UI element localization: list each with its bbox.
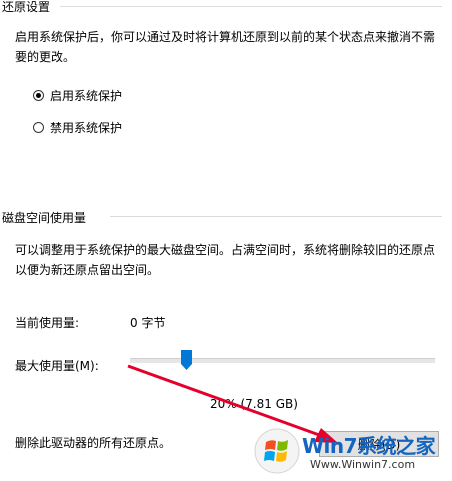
windows-logo-icon [254,428,300,474]
max-usage-slider-thumb[interactable] [180,350,192,370]
disk-usage-title: 磁盘空间使用量 [2,211,87,225]
delete-restore-points-text: 删除此驱动器的所有还原点。 [15,436,172,450]
radio-enable-label: 启用系统保护 [50,89,123,103]
disk-description: 可以调整用于系统保护的最大磁盘空间。占满空间时，系统将删除较旧的还原点以便为新还… [15,243,436,277]
watermark-brand: Win7系统之家 [302,434,436,458]
disk-usage-divider [110,216,442,217]
radio-button-unselected[interactable] [33,122,44,133]
max-usage-readout: 20% (7.81 GB) [210,397,298,411]
restore-description: 启用系统保护后，你可以通过及时将计算机还原到以前的某个状态点来撤消不需要的更改。 [15,30,436,64]
restore-settings-divider [60,6,442,7]
radio-dot [36,93,41,98]
watermark: Win7系统之家 Www.Winwin7.com [252,426,448,478]
max-usage-slider-track[interactable] [130,358,435,363]
max-usage-label: 最大使用量(M): [15,359,99,373]
radio-enable-protection[interactable]: 启用系统保护 [33,87,122,104]
watermark-url: Www.Winwin7.com [310,458,416,471]
radio-button-selected[interactable] [33,90,44,101]
radio-disable-label: 禁用系统保护 [50,121,123,135]
restore-settings-title: 还原设置 [2,0,51,14]
radio-disable-protection[interactable]: 禁用系统保护 [33,119,122,136]
current-usage-label: 当前使用量: [15,316,80,330]
current-usage-value: 0 字节 [130,316,166,330]
